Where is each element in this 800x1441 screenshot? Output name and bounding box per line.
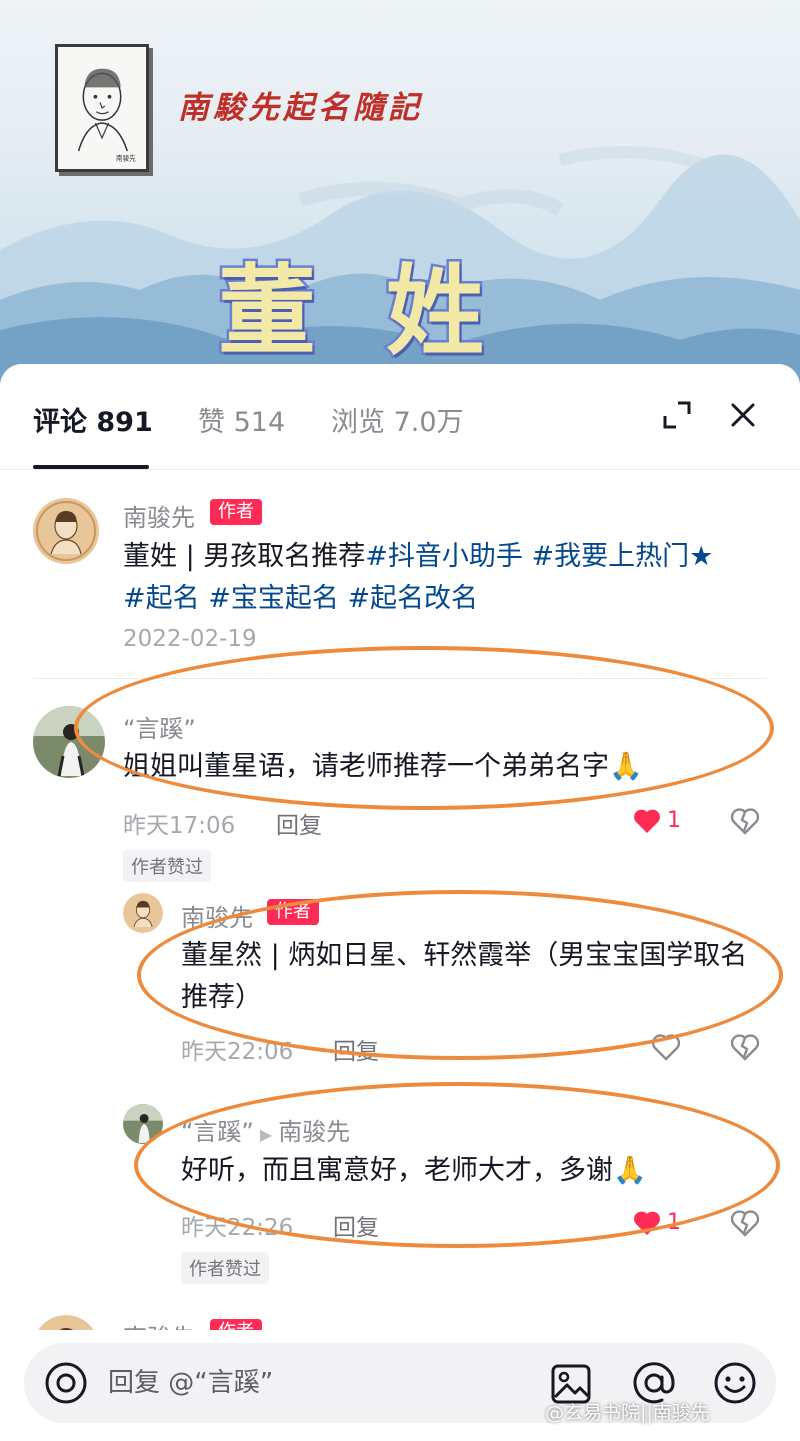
- tab-comments[interactable]: 评论 891: [33, 400, 153, 439]
- hashtag-link[interactable]: #起名: [123, 583, 200, 614]
- reply-time: 昨天22:26: [181, 1215, 294, 1241]
- broken-heart-icon[interactable]: [730, 1209, 760, 1237]
- portrait-sketch-icon: 南骏先: [77, 68, 136, 162]
- reply-arrow-icon: ▶: [259, 1125, 273, 1144]
- post-text: 董姓 | 男孩取名推荐#抖音小助手 #我要上热门★ #起名 #宝宝起名 #起名改…: [123, 536, 723, 620]
- avatar[interactable]: [123, 1104, 163, 1144]
- post-date: 2022-02-19: [123, 626, 257, 652]
- brand-title: 南駿先起名隨記: [178, 90, 423, 126]
- like-count: 1: [667, 808, 681, 833]
- author-liked-badge: 作者赞过: [181, 1252, 269, 1284]
- hashtag-link[interactable]: #抖音小助手: [365, 541, 523, 572]
- comment-username[interactable]: “言蹊”: [123, 709, 196, 744]
- broken-heart-icon[interactable]: [730, 807, 760, 835]
- broken-heart-icon[interactable]: [730, 1033, 760, 1061]
- close-icon[interactable]: [728, 400, 758, 430]
- reply-text: 董星然 | 炳如日星、轩然霞举（男宝宝国学取名推荐）: [181, 940, 748, 1013]
- post-text-plain: 董姓 | 男孩取名推荐: [123, 541, 366, 572]
- reply-input[interactable]: [108, 1343, 528, 1423]
- reply-username[interactable]: 南骏先: [181, 898, 253, 933]
- author-tag: 作者: [210, 1319, 262, 1330]
- heart-filled-icon[interactable]: [633, 1210, 661, 1236]
- comment-sheet: 评论 891 赞 514 浏览 7.0万 南骏先 作者 董姓 | 男孩取名推荐#…: [0, 364, 800, 1441]
- avatar[interactable]: [123, 893, 163, 933]
- author-liked-badge: 作者赞过: [123, 850, 211, 882]
- video-banner[interactable]: 南骏先 南駿先起名隨記 董姓: [0, 0, 800, 390]
- comment-list[interactable]: 南骏先 作者 董姓 | 男孩取名推荐#抖音小助手 #我要上热门★ #起名 #宝宝…: [0, 470, 800, 1330]
- tab-likes[interactable]: 赞 514: [198, 400, 285, 439]
- hashtag-link[interactable]: #宝宝起名: [208, 583, 339, 614]
- watermark: @玄易书院||南骏先: [545, 1402, 710, 1424]
- surname-title: 董姓: [215, 253, 555, 372]
- avatar[interactable]: [33, 706, 105, 778]
- avatar[interactable]: [33, 1315, 99, 1330]
- avatar[interactable]: [33, 498, 99, 564]
- portrait-signature: 南骏先: [116, 153, 136, 162]
- author-tag: 作者: [210, 499, 262, 525]
- reply-button[interactable]: 回复: [276, 806, 322, 840]
- like-count: 1: [667, 1210, 681, 1235]
- reply-username: “言蹊” ▶ 南骏先: [181, 1112, 350, 1147]
- comment-username[interactable]: 南骏先: [123, 1318, 195, 1330]
- reply-author[interactable]: “言蹊”: [181, 1118, 254, 1146]
- divider: [33, 678, 767, 679]
- post-username[interactable]: 南骏先: [123, 498, 195, 533]
- user-avatar-icon: [33, 706, 105, 778]
- emoji-icon[interactable]: [713, 1361, 757, 1405]
- hashtag-link[interactable]: #起名改名: [347, 583, 478, 614]
- comment-text: 姐姐叫董星语，请老师推荐一个弟弟名字🙏: [123, 751, 643, 782]
- comment-time: 昨天17:06: [123, 813, 236, 839]
- author-avatar-icon: [123, 893, 163, 933]
- author-portrait: 南骏先: [55, 44, 149, 172]
- heart-filled-icon[interactable]: [633, 808, 661, 834]
- camera-icon[interactable]: [44, 1361, 88, 1405]
- tab-bar: 评论 891 赞 514 浏览 7.0万: [0, 364, 800, 470]
- reply-text: 好听，而且寓意好，老师大才，多谢🙏: [181, 1155, 647, 1186]
- reply-time: 昨天22:06: [181, 1039, 294, 1065]
- heart-outline-icon[interactable]: [651, 1033, 681, 1061]
- author-tag: 作者: [267, 899, 319, 925]
- reply-button[interactable]: 回复: [333, 1208, 379, 1242]
- reply-target[interactable]: 南骏先: [278, 1118, 350, 1146]
- reply-button[interactable]: 回复: [333, 1032, 379, 1066]
- hashtag-link[interactable]: #我要上热门★: [531, 541, 713, 572]
- tab-views[interactable]: 浏览 7.0万: [331, 400, 464, 439]
- expand-icon[interactable]: [662, 400, 692, 430]
- user-avatar-icon: [123, 1104, 163, 1144]
- active-tab-indicator: [33, 465, 149, 469]
- author-avatar-icon: [33, 498, 99, 564]
- author-avatar-icon: [38, 1315, 94, 1330]
